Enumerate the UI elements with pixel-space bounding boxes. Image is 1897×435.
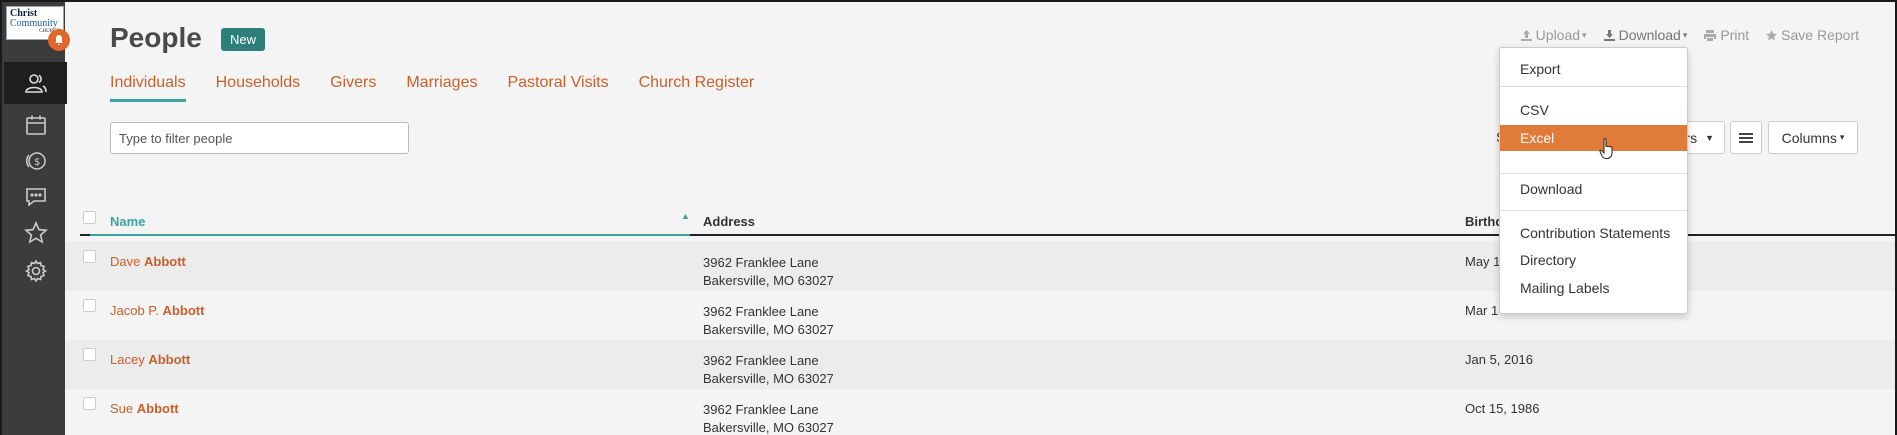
sidebar-item-people[interactable] [4,62,67,104]
row-checkbox[interactable] [83,250,96,263]
address-cell: 3962 Franklee Lane Bakersville, MO 63027 [703,255,834,288]
save-report-button[interactable]: Save Report [1765,27,1859,43]
menu-item-download[interactable]: Download [1500,176,1687,202]
birthday-cell: Mar 1 [1465,303,1499,318]
upload-button[interactable]: Upload ▾ [1520,27,1587,43]
menu-divider [1500,173,1687,174]
address-cell: 3962 Franklee Lane Bakersville, MO 63027 [703,353,834,386]
menu-header-export: Export [1520,61,1561,77]
column-header-name[interactable]: Name [110,214,145,229]
address-cell: 3962 Franklee Lane Bakersville, MO 63027 [703,402,834,435]
address-cell: 3962 Franklee Lane Bakersville, MO 63027 [703,304,834,337]
row-checkbox[interactable] [83,299,96,312]
person-name-link[interactable]: Dave Abbott [110,254,186,269]
row-checkbox[interactable] [83,348,96,361]
table-row[interactable]: Sue Abbott 3962 Franklee Lane Bakersville… [65,389,1895,435]
print-icon [1704,29,1717,41]
menu-item-directory[interactable]: Directory [1500,247,1687,273]
table-row[interactable]: Lacey Abbott 3962 Franklee Lane Bakersvil… [65,340,1895,389]
tab-pastoral-visits[interactable]: Pastoral Visits [507,74,608,102]
person-name-link[interactable]: Sue Abbott [110,401,179,416]
menu-divider [1500,86,1687,87]
save-report-label: Save Report [1781,27,1859,43]
download-label: Download [1618,27,1681,43]
tab-individuals[interactable]: Individuals [110,74,186,102]
star-icon [1766,29,1778,40]
birthday-cell: Jan 5, 2016 [1465,352,1533,367]
person-name-link[interactable]: Jacob P. Abbott [110,303,204,318]
giving-icon: $ [25,152,46,170]
menu-icon [1739,132,1753,143]
star-icon [23,221,48,244]
menu-item-csv[interactable]: CSV [1500,97,1687,123]
column-header-address[interactable]: Address [703,214,755,229]
sort-indicator [90,234,690,236]
download-dropdown-menu: Export CSV Excel Download Contribution S… [1499,47,1688,314]
select-all-checkbox[interactable] [83,211,96,224]
page-title: People [110,22,202,53]
calendar-icon [25,115,46,135]
upload-label: Upload [1535,27,1581,43]
column-header-birthday[interactable]: Birthd [1465,214,1503,229]
row-checkbox[interactable] [83,397,96,410]
print-label: Print [1720,27,1750,43]
sort-ascending-icon: ▲ [681,211,690,221]
print-button[interactable]: Print [1703,27,1749,43]
chat-icon [25,188,46,207]
birthday-cell: Oct 15, 1986 [1465,401,1540,416]
menu-item-excel[interactable]: Excel [1500,125,1687,159]
filter-people-input[interactable] [110,122,409,154]
menu-item-contribution-statements[interactable]: Contribution Statements [1500,220,1687,246]
upload-icon [1520,29,1532,41]
tab-givers[interactable]: Givers [330,74,376,102]
download-icon [1603,29,1615,41]
toolbar: Upload ▾ Download ▾ Print Save Report [1504,27,1859,43]
svg-text:$: $ [34,157,40,168]
tab-marriages[interactable]: Marriages [406,74,477,102]
list-view-button[interactable] [1730,121,1762,154]
tab-households[interactable]: Households [216,74,301,102]
new-button[interactable]: New [221,28,266,51]
sidebar-item-favorites[interactable] [4,212,67,254]
columns-button[interactable]: Columns ▾ [1768,121,1858,154]
tab-church-register[interactable]: Church Register [639,74,755,102]
columns-label: Columns [1781,129,1837,146]
sidebar-item-settings[interactable] [4,250,67,292]
gear-icon [24,259,47,283]
people-icon [24,74,47,93]
menu-divider [1500,210,1687,211]
hand-cursor-icon [1599,138,1613,159]
menu-item-mailing-labels[interactable]: Mailing Labels [1500,275,1687,301]
download-button[interactable]: Download ▾ [1603,27,1687,43]
sidebar: Christ Community CHURCH $ [0,0,70,435]
person-name-link[interactable]: Lacey Abbott [110,352,190,367]
tab-bar: Individuals Households Givers Marriages … [110,74,784,102]
menu-item-excel-label: Excel [1520,130,1555,146]
birthday-cell: May 1 [1465,254,1501,269]
